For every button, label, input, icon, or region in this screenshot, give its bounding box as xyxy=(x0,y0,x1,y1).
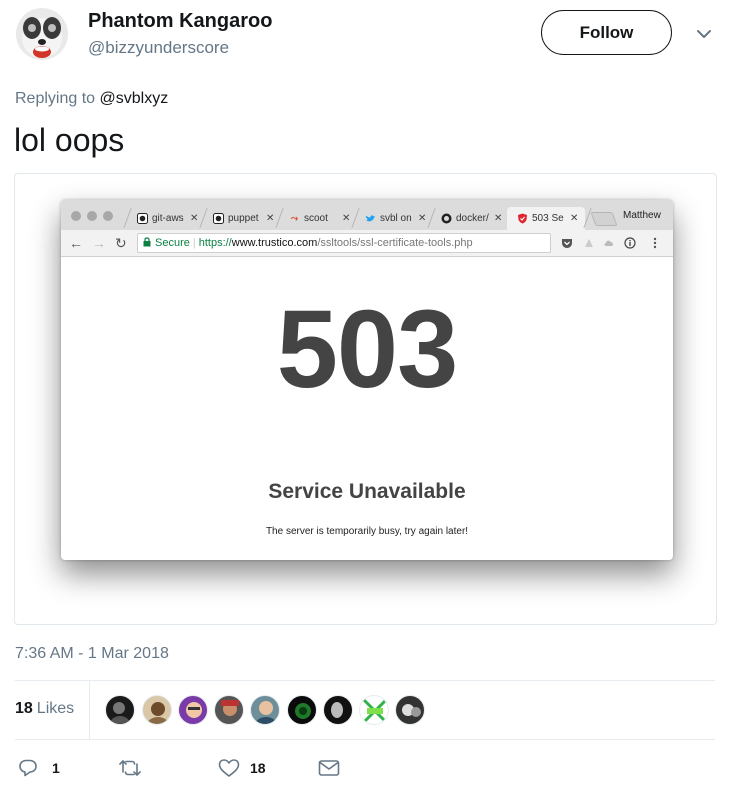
close-icon: ✕ xyxy=(266,213,275,224)
github-icon xyxy=(213,213,224,224)
reply-prefix: Replying to xyxy=(15,90,96,107)
browser-screenshot: git-aws ✕ puppet ✕ ⤳ scoot ✕ svbl on ✕ d… xyxy=(61,200,673,560)
browser-tab-active: 503 Se ✕ xyxy=(507,207,585,230)
address-bar: Secure | https:// www.trustico.com /sslt… xyxy=(137,233,551,253)
like-button[interactable]: 18 xyxy=(218,758,266,778)
reply-count: 1 xyxy=(52,760,60,776)
close-icon: ✕ xyxy=(494,213,503,224)
reload-icon: ↻ xyxy=(115,235,127,251)
divider xyxy=(15,739,715,740)
close-icon: ✕ xyxy=(418,213,427,224)
browser-tab: svbl on ✕ xyxy=(355,207,431,230)
liker-avatar[interactable] xyxy=(214,695,244,725)
shield-icon xyxy=(517,213,528,224)
window-zoom-dot xyxy=(103,211,113,221)
author-avatar[interactable] xyxy=(16,8,68,60)
browser-tab: git-aws ✕ xyxy=(127,207,203,230)
error-code: 503 xyxy=(276,288,459,411)
window-minimize-dot xyxy=(87,211,97,221)
close-icon: ✕ xyxy=(342,213,351,224)
reply-mention-link[interactable]: @svblxyz xyxy=(100,90,169,107)
likes-count: 18 xyxy=(15,700,33,717)
browser-toolbar: ← → ↻ Secure | https:// www.trustico.com… xyxy=(61,230,673,257)
browser-tab: ⤳ scoot ✕ xyxy=(279,207,355,230)
pocket-icon xyxy=(561,236,573,248)
url-path: /ssltools/ssl-certificate-tools.php xyxy=(317,237,473,249)
likes-label: Likes xyxy=(36,700,75,717)
divider xyxy=(15,680,715,681)
browser-tab: docker/ ✕ xyxy=(431,207,507,230)
twitter-bird-icon xyxy=(365,213,376,224)
tab-label: docker/ xyxy=(456,213,489,224)
secure-label: Secure xyxy=(155,237,190,249)
liker-avatar[interactable] xyxy=(323,695,353,725)
liker-avatar[interactable] xyxy=(395,695,425,725)
liker-avatar[interactable] xyxy=(142,695,172,725)
liker-avatar[interactable] xyxy=(287,695,317,725)
close-icon: ✕ xyxy=(190,213,199,224)
retweet-icon xyxy=(118,758,142,778)
new-tab-icon xyxy=(590,212,618,226)
chevron-down-icon[interactable] xyxy=(694,24,714,44)
error-title: Service Unavailable xyxy=(268,480,466,503)
github-icon xyxy=(441,213,452,224)
tweet-text: lol oops xyxy=(14,122,125,158)
liker-avatar[interactable] xyxy=(359,695,389,725)
reply-button[interactable]: 1 xyxy=(18,758,60,778)
author-handle[interactable]: @bizzyunderscore xyxy=(88,38,229,58)
omnibox-divider: | xyxy=(192,237,196,249)
close-icon: ✕ xyxy=(570,213,579,224)
error-description: The server is temporarily busy, try agai… xyxy=(265,526,469,537)
info-icon xyxy=(624,236,636,249)
follow-button[interactable]: Follow xyxy=(541,10,672,55)
tab-label: puppet xyxy=(228,213,259,224)
github-icon xyxy=(137,213,148,224)
url-scheme: https:// xyxy=(198,237,232,249)
browser-tab-bar: git-aws ✕ puppet ✕ ⤳ scoot ✕ svbl on ✕ d… xyxy=(61,200,673,230)
lock-icon xyxy=(143,236,151,250)
back-arrow-icon: ← xyxy=(69,235,83,251)
likes-summary[interactable]: 18 Likes xyxy=(15,700,74,718)
tab-label: git-aws xyxy=(152,213,184,224)
retweet-button[interactable] xyxy=(118,758,142,778)
tab-label: scoot xyxy=(304,213,328,224)
url-host: www.trustico.com xyxy=(231,237,318,249)
tweet-media[interactable]: git-aws ✕ puppet ✕ ⤳ scoot ✕ svbl on ✕ d… xyxy=(14,173,717,625)
tweet-timestamp[interactable]: 7:36 AM - 1 Mar 2018 xyxy=(15,645,169,663)
browser-tab: puppet ✕ xyxy=(203,207,279,230)
reply-icon xyxy=(18,758,38,778)
scoot-icon: ⤳ xyxy=(290,213,299,223)
liker-avatar[interactable] xyxy=(105,695,135,725)
heart-icon xyxy=(218,758,240,778)
menu-dots-icon xyxy=(649,236,661,249)
liker-avatar[interactable] xyxy=(250,695,280,725)
tab-label: 503 Se xyxy=(532,213,564,224)
vertical-divider xyxy=(89,681,90,739)
author-name[interactable]: Phantom Kangaroo xyxy=(88,10,272,33)
reply-context: Replying to @svblxyz xyxy=(15,90,168,108)
tab-label: svbl on xyxy=(380,213,412,224)
browser-profile-name: Matthew xyxy=(623,210,661,221)
like-count: 18 xyxy=(250,760,266,776)
cloud-icon xyxy=(603,236,615,248)
direct-message-button[interactable] xyxy=(318,758,340,778)
envelope-icon xyxy=(318,758,340,778)
forward-arrow-icon: → xyxy=(92,235,106,251)
liker-avatar[interactable] xyxy=(178,695,208,725)
window-close-dot xyxy=(71,211,81,221)
extension-icon xyxy=(583,236,595,248)
